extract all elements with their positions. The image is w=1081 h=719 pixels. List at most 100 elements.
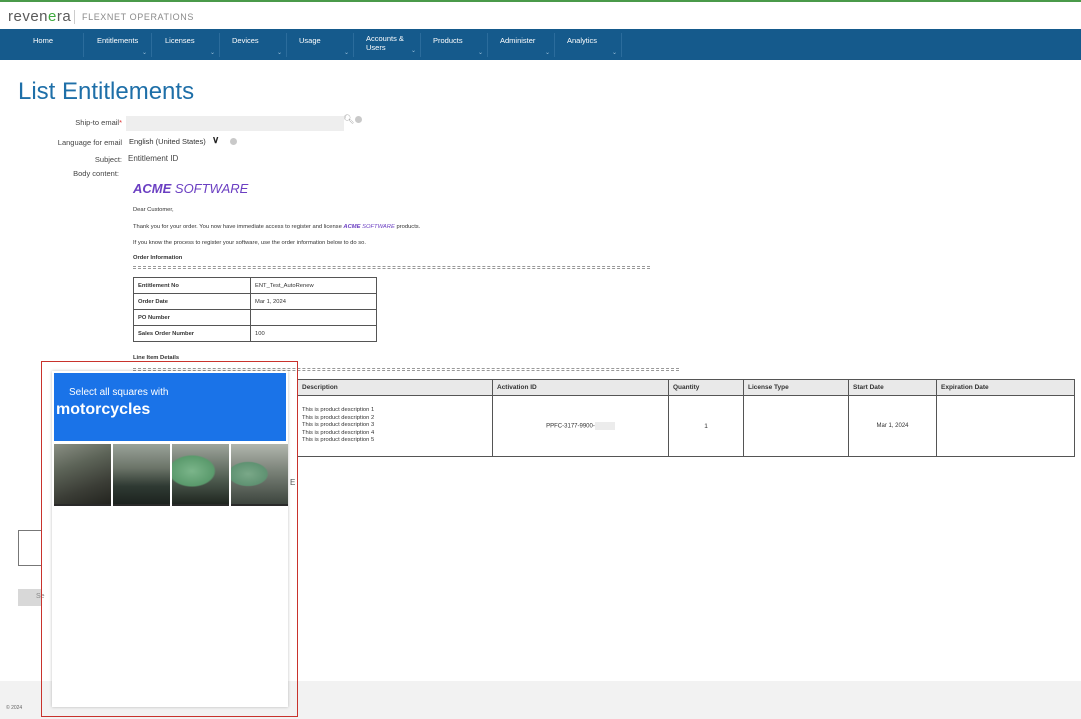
nav-divider	[151, 33, 152, 57]
nav-analytics[interactable]: Analytics ⌄	[567, 29, 621, 60]
table-row: Entitlement No ENT_Test_AutoRenew	[133, 277, 377, 294]
ship-to-email-label: Ship-to email*	[75, 118, 122, 127]
order-info-heading: Order Information	[133, 255, 183, 261]
nav-usage-label: Usage	[299, 36, 321, 45]
divider-line	[133, 268, 650, 270]
subject-label: Subject:	[94, 155, 122, 164]
start-date-cell: Mar 1, 2024	[848, 395, 937, 457]
info-icon[interactable]	[355, 116, 362, 123]
nav-divider	[353, 33, 354, 57]
chevron-down-icon: ⌄	[544, 50, 550, 56]
table-cell: ENT_Test_AutoRenew	[250, 277, 377, 294]
revenera-logo[interactable]: revenera	[8, 8, 71, 25]
page-title: List Entitlements	[18, 78, 195, 105]
order-information-table: Entitlement No ENT_Test_AutoRenew Order D…	[133, 277, 377, 342]
nav-divider	[554, 33, 555, 57]
chevron-down-icon[interactable]: ∨	[212, 135, 219, 146]
description-line: This is product description 4	[302, 429, 375, 436]
chevron-down-icon: ⌄	[276, 50, 282, 56]
info-icon[interactable]	[230, 138, 237, 145]
captcha-header: Select all squares with motorcycles	[54, 373, 286, 441]
captcha-tile-grid	[54, 444, 288, 506]
email-thanks: Thank you for your order. You now have i…	[133, 224, 421, 230]
table-cell: PO Number	[133, 309, 251, 326]
nav-entitlements-label: Entitlements	[97, 36, 139, 45]
subject-value: Entitlement ID	[128, 154, 179, 163]
table-cell: Order Date	[133, 293, 251, 310]
email-instructions: If you know the process to register your…	[133, 240, 366, 246]
nav-administer-label: Administer	[500, 36, 536, 45]
column-header-quantity: Quantity	[668, 379, 744, 396]
column-header-expiration-date: Expiration Date	[936, 379, 1075, 396]
table-cell: 100	[250, 325, 377, 342]
search-icon[interactable]: 🔍︎	[343, 114, 354, 125]
language-label: Language for email	[57, 138, 122, 147]
expiration-date-cell	[936, 395, 1075, 457]
nav-administer[interactable]: Administer ⌄	[500, 29, 554, 60]
table-row: Order Date Mar 1, 2024	[133, 293, 377, 310]
chevron-down-icon: ⌄	[141, 50, 147, 56]
table-row: This is product description 1 This is pr…	[297, 395, 1075, 457]
nav-divider	[286, 33, 287, 57]
table-row: Sales Order Number 100	[133, 325, 377, 342]
table-row: PO Number	[133, 309, 377, 326]
nav-licenses-label: Licenses	[165, 36, 195, 45]
product-name: FLEXNET OPERATIONS	[82, 12, 194, 22]
nav-devices[interactable]: Devices ⌄	[232, 29, 286, 60]
table-header-row: Description Activation ID Quantity Licen…	[297, 379, 1075, 396]
language-select[interactable]: English (United States)	[129, 137, 206, 146]
captcha-highlight-frame: Select all squares with motorcycles	[41, 361, 298, 717]
nav-divider	[219, 33, 220, 57]
chevron-down-icon: ⌄	[477, 50, 483, 56]
acme-software-logo: ACME SOFTWARE	[133, 181, 249, 196]
copyright-text: © 2024	[6, 705, 23, 711]
table-cell	[250, 309, 377, 326]
description-cell: This is product description 1 This is pr…	[297, 395, 493, 457]
description-line: This is product description 5	[302, 437, 375, 444]
nav-divider	[621, 33, 622, 57]
license-type-cell	[743, 395, 849, 457]
chevron-down-icon: ⌄	[410, 48, 416, 54]
obscured-submit-button[interactable]: Se	[18, 589, 45, 606]
description-line: This is product description 2	[302, 414, 375, 421]
column-header-activation-id: Activation ID	[492, 379, 669, 396]
nav-divider	[487, 33, 488, 57]
ship-to-email-input[interactable]	[126, 116, 344, 131]
chevron-down-icon: ⌄	[343, 50, 349, 56]
captcha-tile[interactable]	[54, 444, 111, 506]
brand-bar: revenera FLEXNET OPERATIONS	[0, 2, 1081, 28]
brand-divider	[74, 10, 75, 24]
nav-usage[interactable]: Usage ⌄	[299, 29, 353, 60]
table-cell: Mar 1, 2024	[250, 293, 377, 310]
description-line: This is product description 1	[302, 407, 375, 414]
nav-entitlements[interactable]: Entitlements ⌄	[97, 29, 151, 60]
chevron-down-icon: ⌄	[611, 50, 617, 56]
captcha-tile[interactable]	[113, 444, 170, 506]
nav-devices-label: Devices	[232, 36, 259, 45]
captcha-tile[interactable]	[231, 444, 288, 506]
body-content-label: Body content:	[73, 169, 119, 178]
nav-home-label: Home	[33, 36, 54, 45]
nav-divider	[83, 33, 84, 57]
nav-home[interactable]: Home	[33, 29, 83, 60]
nav-accounts-users-label: Accounts & Users	[366, 34, 404, 52]
table-cell: Sales Order Number	[133, 325, 251, 342]
captcha-tile[interactable]	[172, 444, 229, 506]
redacted-mask	[594, 422, 615, 430]
nav-products[interactable]: Products ⌄	[433, 29, 487, 60]
obscured-checkbox[interactable]	[18, 530, 41, 566]
column-header-start-date: Start Date	[848, 379, 937, 396]
table-cell: Entitlement No	[133, 277, 251, 294]
captcha-challenge: Select all squares with motorcycles	[52, 371, 288, 707]
nav-licenses[interactable]: Licenses ⌄	[165, 29, 219, 60]
chevron-down-icon: ⌄	[209, 50, 215, 56]
email-greeting: Dear Customer,	[133, 207, 174, 213]
nav-products-label: Products	[433, 36, 463, 45]
nav-accounts-users[interactable]: Accounts & Users ⌄	[366, 29, 420, 60]
activation-id-value: PPFC-3177-9900-	[546, 423, 595, 430]
nav-divider	[420, 33, 421, 57]
nav-analytics-label: Analytics	[567, 36, 598, 45]
quantity-cell: 1	[668, 395, 744, 457]
column-header-license-type: License Type	[743, 379, 849, 396]
activation-id-cell: PPFC-3177-9900-	[492, 395, 669, 457]
